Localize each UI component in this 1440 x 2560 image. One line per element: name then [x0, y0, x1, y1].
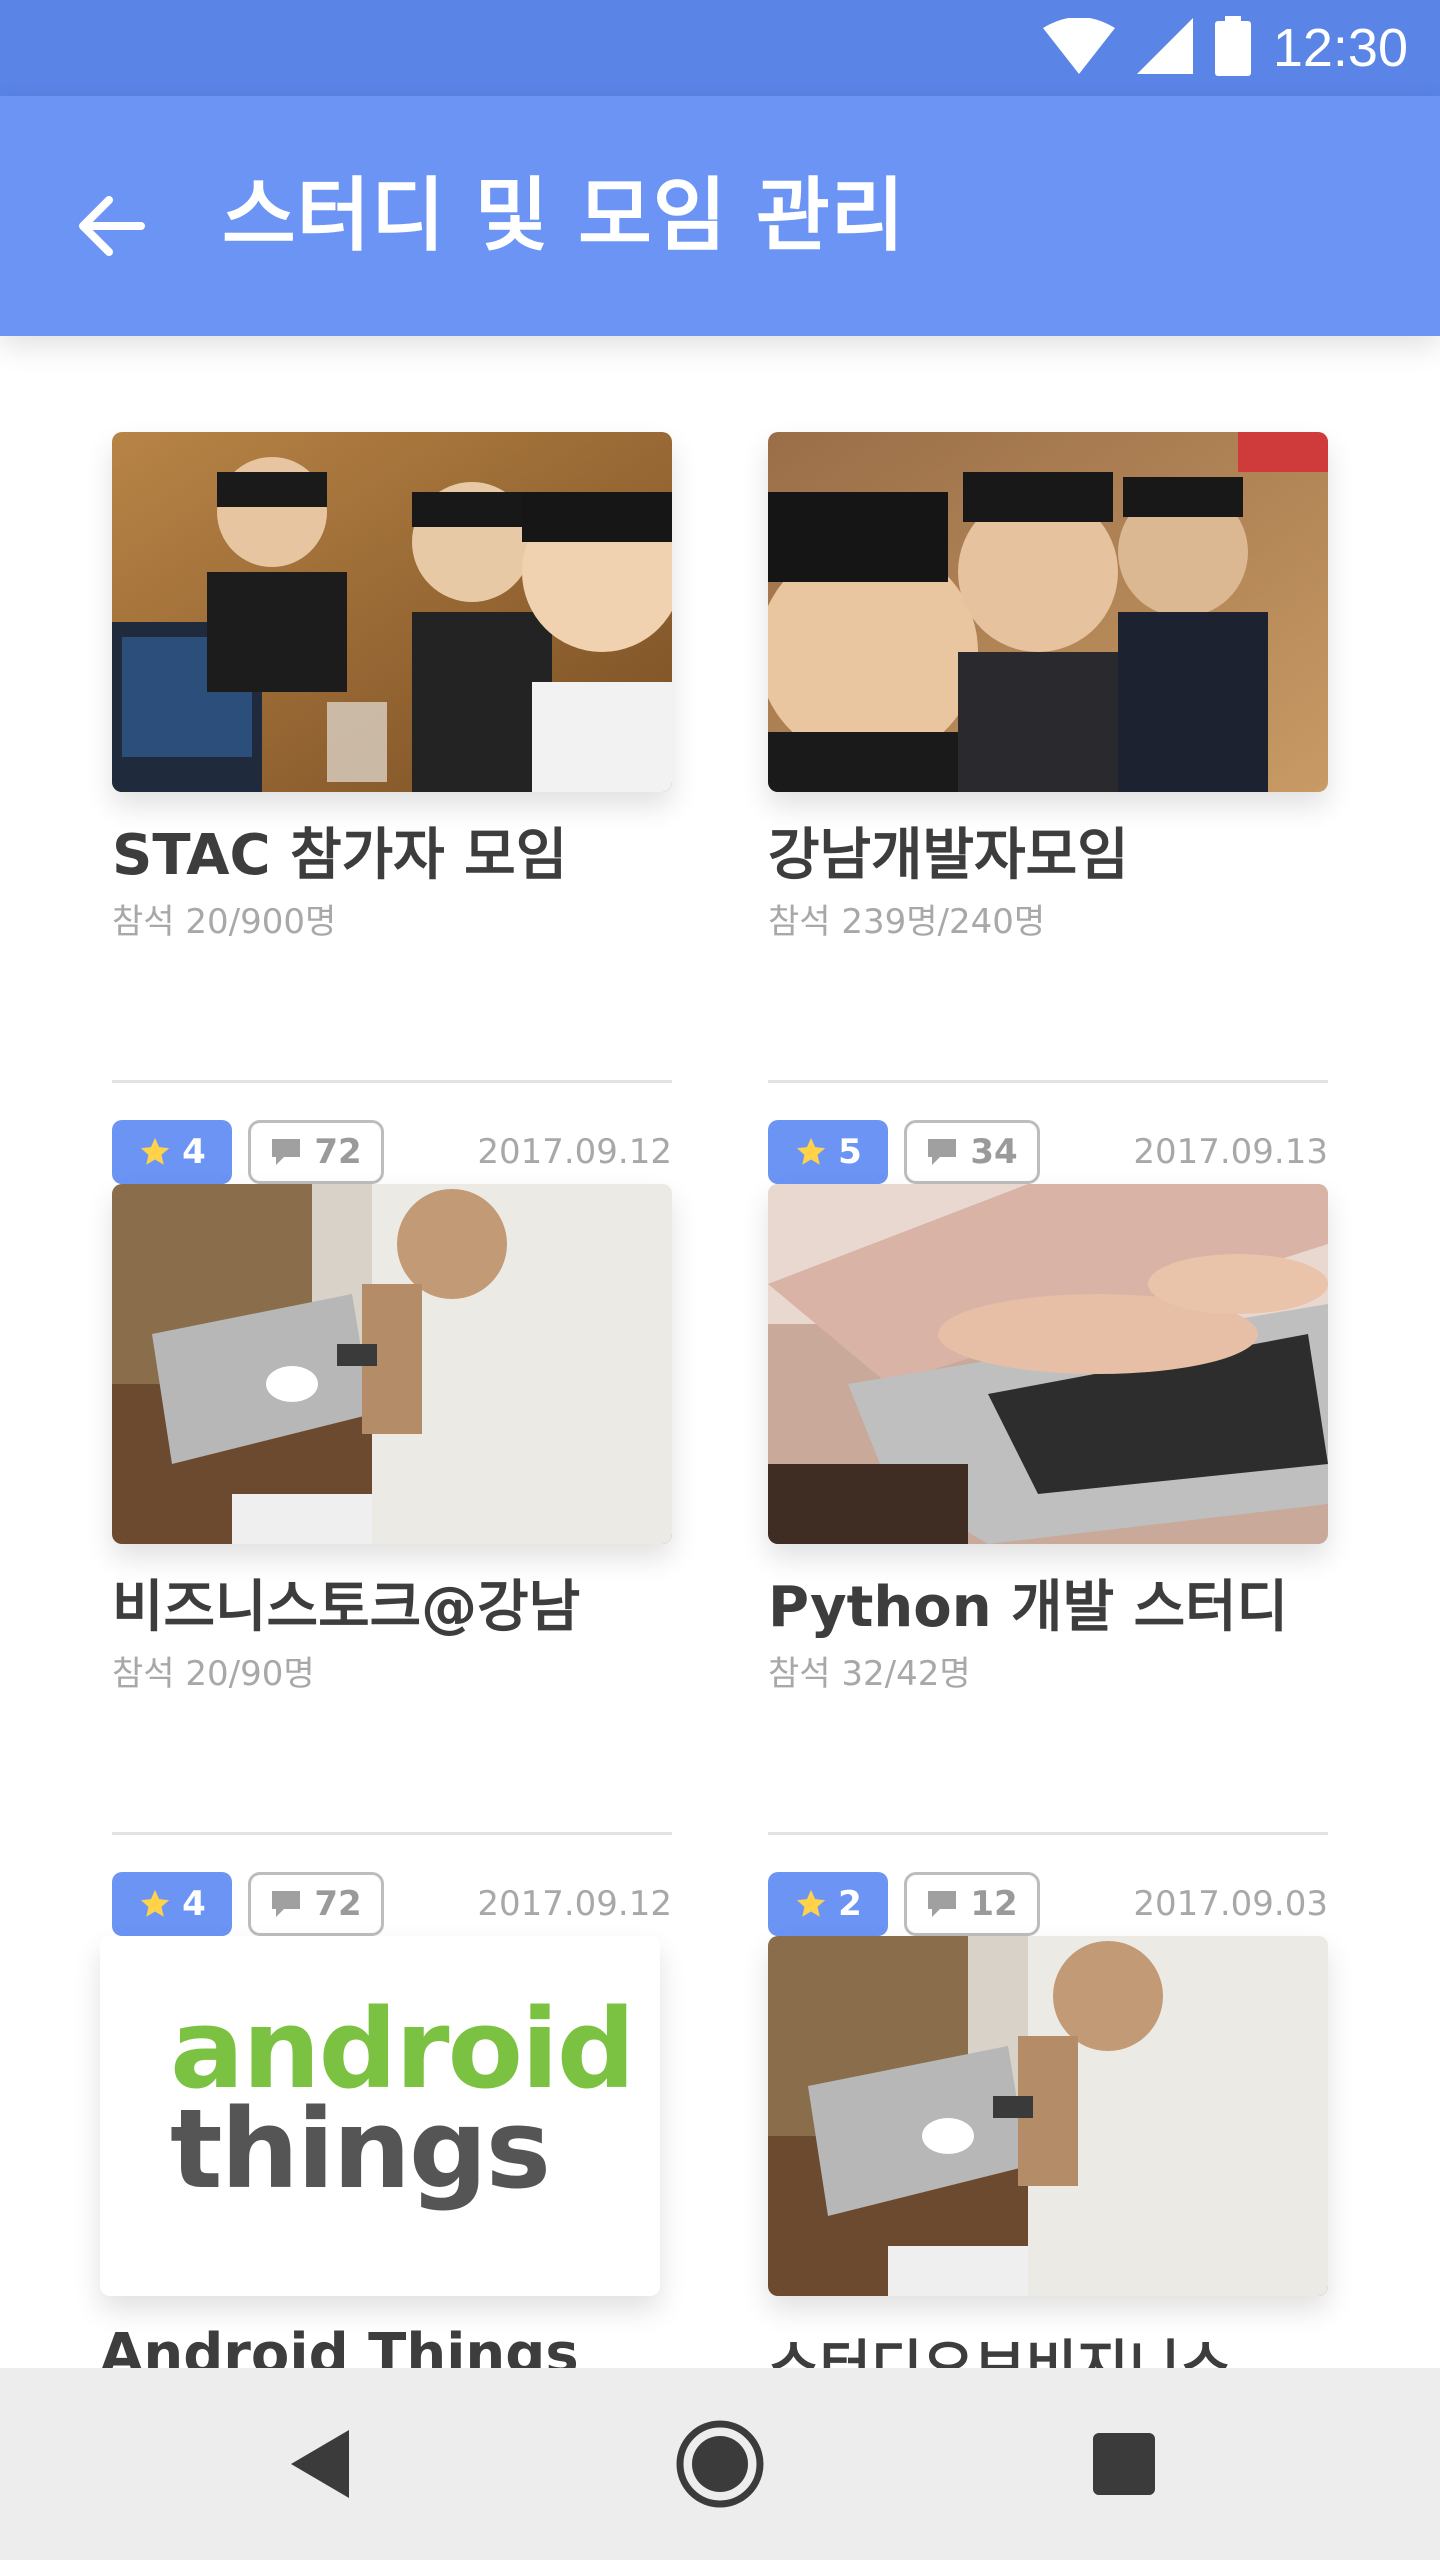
card-meta: 2 12 2017.09.03 — [768, 1872, 1328, 1936]
divider — [768, 1832, 1328, 1835]
attendance-text: 참석 20/90명 — [112, 1654, 315, 1694]
wifi-icon — [1042, 17, 1115, 78]
comment-icon — [928, 1891, 957, 1917]
study-title: STAC 참가자 모임 — [112, 823, 568, 888]
logo-things-text: things — [170, 2085, 551, 2213]
comment-icon — [272, 1139, 301, 1165]
screen: 12:30 스터디 및 모임 관리 STAC 참가자 모임 참석 20/900명… — [0, 0, 1440, 2560]
android-things-logo: android things — [100, 1936, 660, 2296]
study-card[interactable]: 비즈니스토크@강남 참석 20/90명 4 72 2017.09.12 — [112, 1184, 672, 1944]
comment-count: 12 — [970, 1884, 1018, 1924]
status-icons: 12:30 — [1042, 0, 1408, 96]
date-text: 2017.09.03 — [1133, 1884, 1328, 1924]
star-badge[interactable]: 4 — [112, 1120, 232, 1184]
star-count: 4 — [182, 1132, 206, 1172]
star-icon — [796, 1889, 826, 1917]
star-badge[interactable]: 2 — [768, 1872, 888, 1936]
divider — [768, 1080, 1328, 1083]
navigation-bar — [0, 2368, 1440, 2560]
back-button[interactable] — [60, 176, 160, 276]
study-card[interactable]: android things Android Things — [100, 1936, 660, 2368]
comment-badge[interactable]: 72 — [248, 1120, 384, 1184]
comment-icon — [272, 1891, 301, 1917]
study-card[interactable]: 강남개발자모임 참석 239명/240명 5 34 2017.09.13 — [768, 432, 1328, 1192]
comment-badge[interactable]: 72 — [248, 1872, 384, 1936]
status-bar: 12:30 — [0, 0, 1440, 96]
comment-count: 72 — [314, 1884, 362, 1924]
star-count: 2 — [838, 1884, 862, 1924]
star-badge[interactable]: 5 — [768, 1120, 888, 1184]
attendance-text: 참석 239명/240명 — [768, 902, 1046, 942]
home-circle-icon — [676, 2420, 764, 2508]
star-badge[interactable]: 4 — [112, 1872, 232, 1936]
divider — [112, 1832, 672, 1835]
study-title: 스터디오브비지니스 — [768, 2335, 1232, 2368]
star-icon — [140, 1137, 170, 1165]
stressed-businessman-photo — [112, 1184, 672, 1544]
status-time: 12:30 — [1272, 18, 1408, 78]
nav-home-button[interactable] — [660, 2404, 780, 2524]
attendance-text: 참석 20/900명 — [112, 902, 337, 942]
typing-laptop-photo — [768, 1184, 1328, 1544]
arrow-left-icon — [79, 196, 145, 256]
recents-square-icon — [1093, 2433, 1155, 2495]
divider — [112, 1080, 672, 1083]
star-icon — [140, 1889, 170, 1917]
back-triangle-icon — [291, 2430, 349, 2498]
card-meta: 4 72 2017.09.12 — [112, 1872, 672, 1936]
study-title: Android Things — [100, 2322, 579, 2368]
study-card[interactable]: STAC 참가자 모임 참석 20/900명 4 72 2017.09.12 — [112, 432, 672, 1192]
stressed-businessman-photo — [768, 1936, 1328, 2296]
attendance-text: 참석 32/42명 — [768, 1654, 971, 1694]
nav-recents-button[interactable] — [1064, 2404, 1184, 2524]
app-bar: 스터디 및 모임 관리 — [0, 96, 1440, 336]
study-list[interactable]: STAC 참가자 모임 참석 20/900명 4 72 2017.09.12 강… — [0, 336, 1440, 2368]
study-title: 비즈니스토크@강남 — [112, 1575, 581, 1640]
battery-icon — [1214, 16, 1251, 80]
group-selfie-photo — [768, 432, 1328, 792]
nav-back-button[interactable] — [260, 2404, 380, 2524]
date-text: 2017.09.13 — [1133, 1132, 1328, 1172]
card-meta: 4 72 2017.09.12 — [112, 1120, 672, 1184]
study-card[interactable]: 스터디오브비지니스 — [768, 1936, 1328, 2368]
study-title: 강남개발자모임 — [768, 823, 1129, 888]
comment-icon — [928, 1139, 957, 1165]
study-card[interactable]: Python 개발 스터디 참석 32/42명 2 12 2017.09.03 — [768, 1184, 1328, 1944]
comment-badge[interactable]: 34 — [904, 1120, 1040, 1184]
card-meta: 5 34 2017.09.13 — [768, 1120, 1328, 1184]
page-title: 스터디 및 모임 관리 — [222, 169, 906, 262]
comment-count: 72 — [314, 1132, 362, 1172]
date-text: 2017.09.12 — [477, 1884, 672, 1924]
star-count: 4 — [182, 1884, 206, 1924]
study-title: Python 개발 스터디 — [768, 1575, 1289, 1640]
star-count: 5 — [838, 1132, 862, 1172]
comment-count: 34 — [970, 1132, 1018, 1172]
signal-icon — [1136, 18, 1193, 78]
group-selfie-photo — [112, 432, 672, 792]
comment-badge[interactable]: 12 — [904, 1872, 1040, 1936]
date-text: 2017.09.12 — [477, 1132, 672, 1172]
star-icon — [796, 1137, 826, 1165]
